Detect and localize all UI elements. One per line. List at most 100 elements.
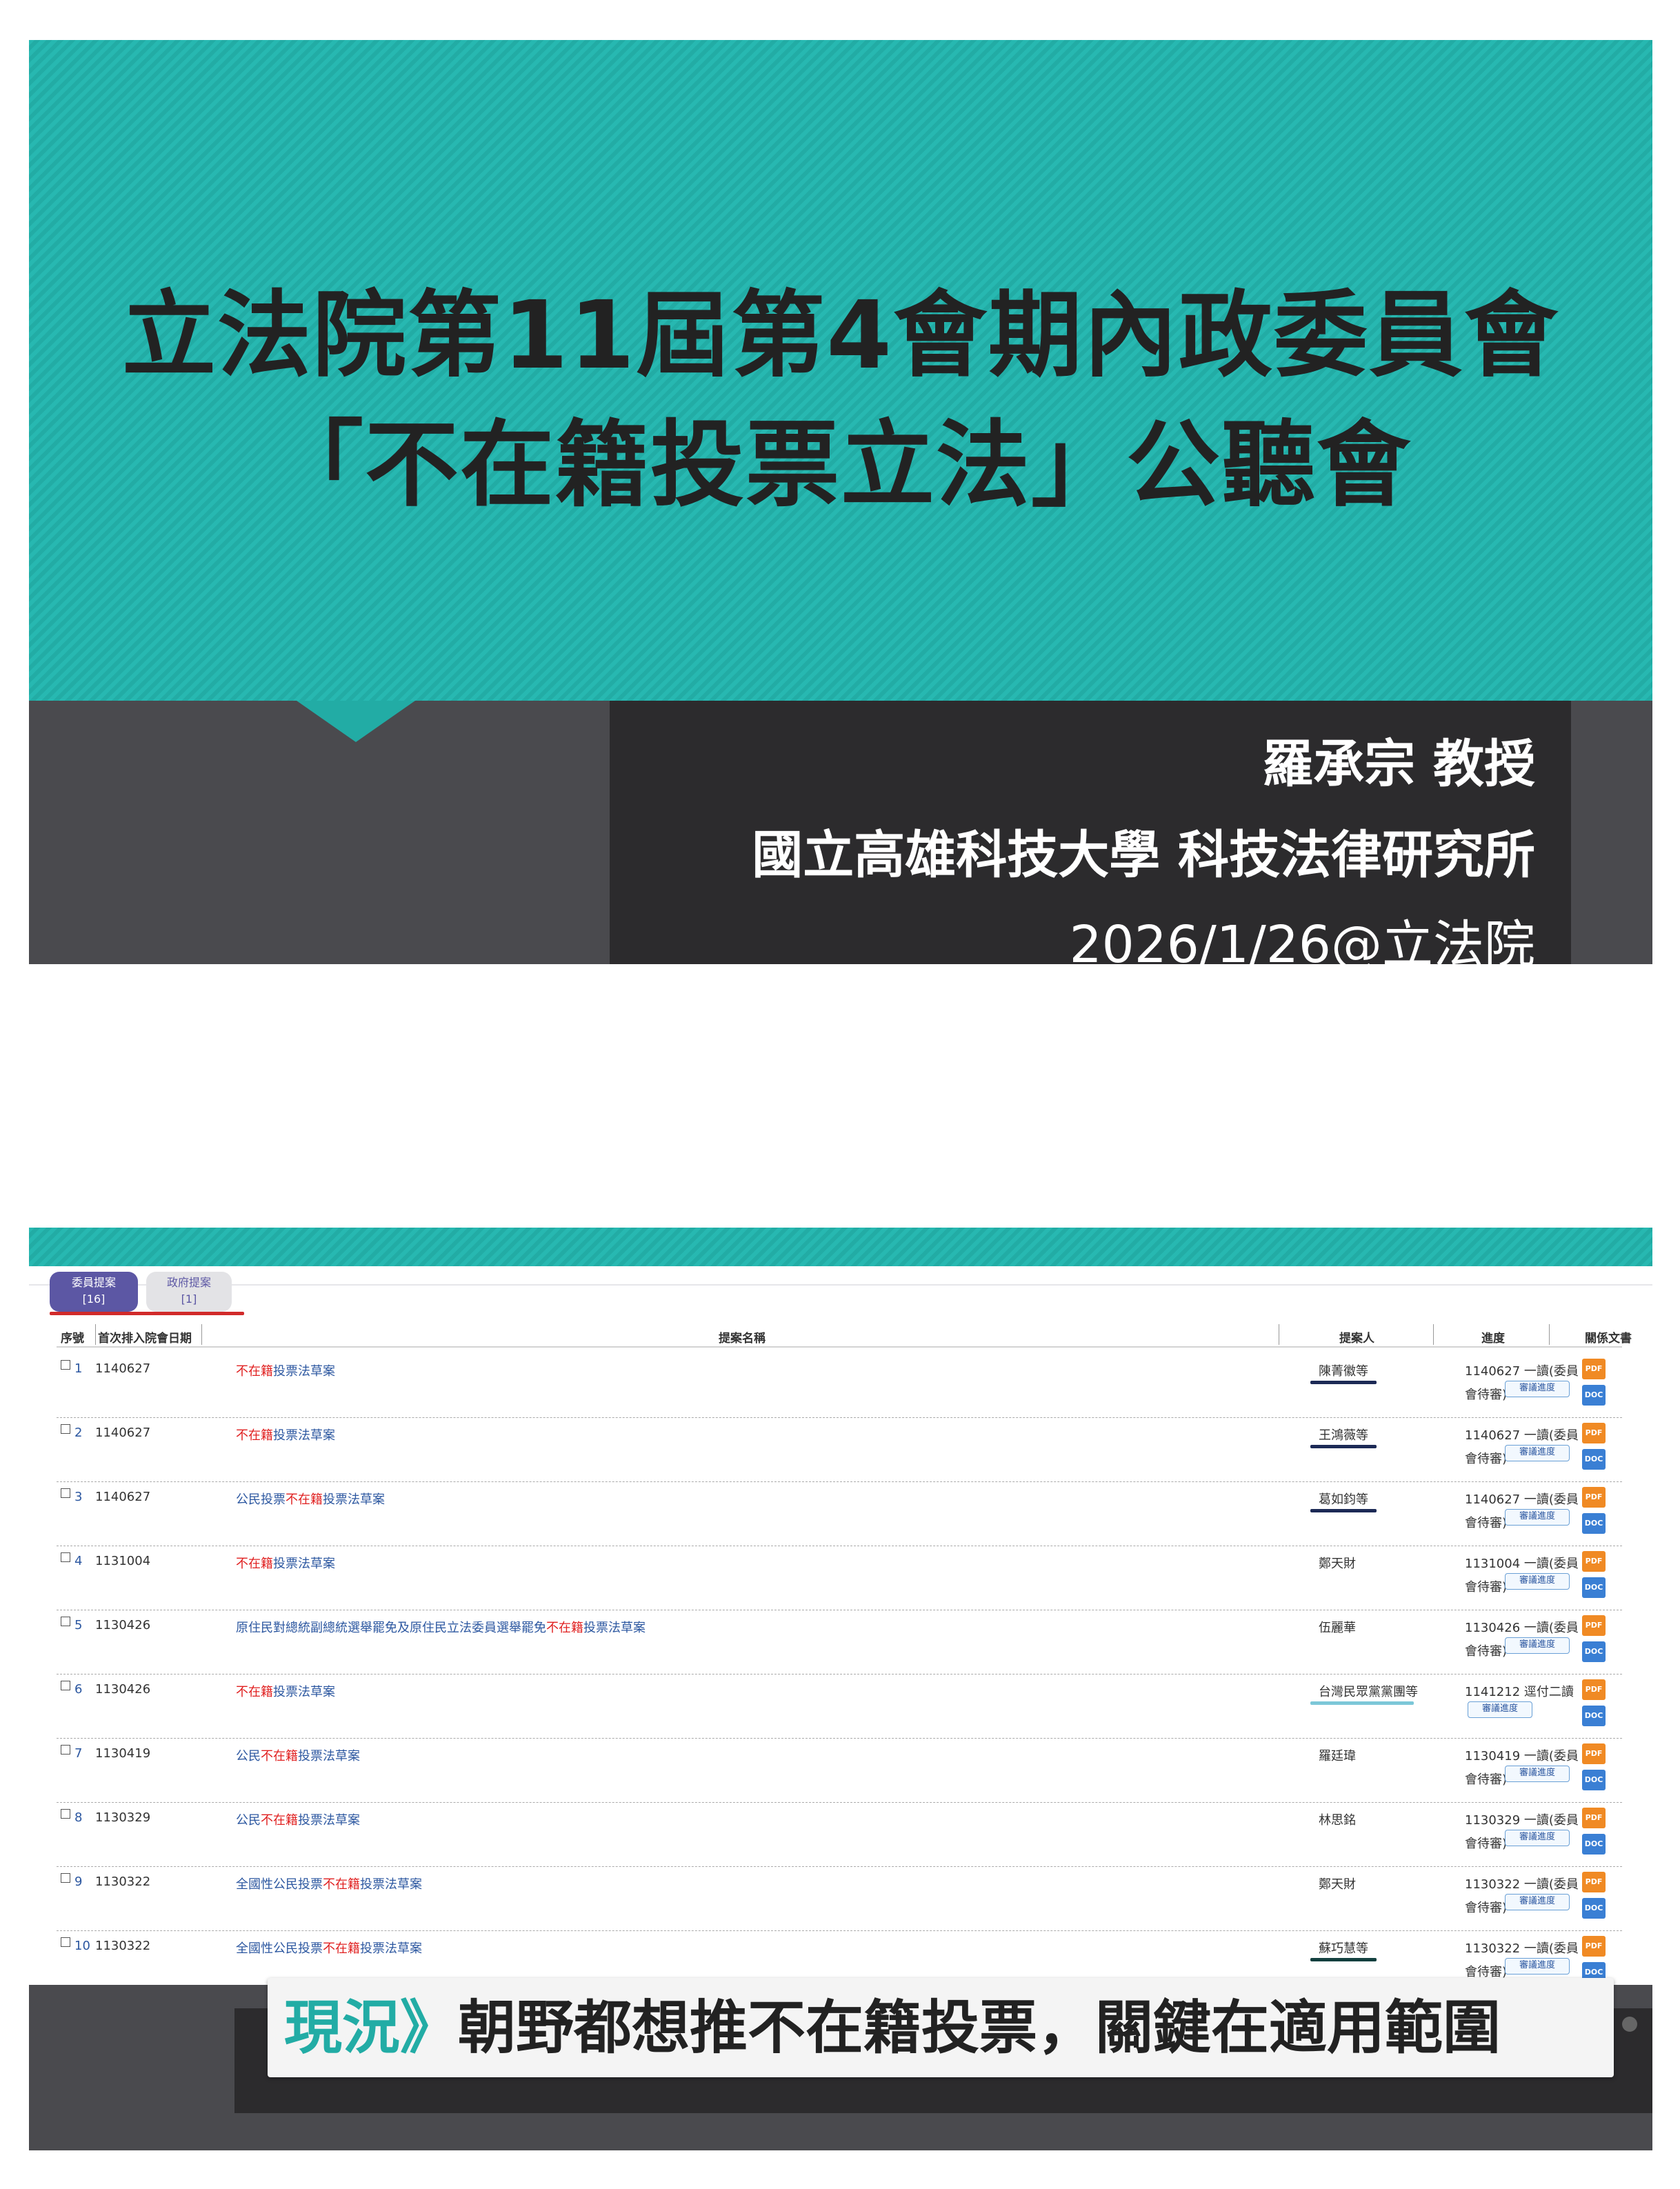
row-proposal-name-link[interactable]: 不在籍投票法草案 <box>236 1554 335 1572</box>
row-checkbox[interactable] <box>61 1360 70 1370</box>
pdf-icon[interactable]: PDF <box>1582 1423 1606 1443</box>
caption-text: 朝野都想推不在籍投票，關鍵在適用範圍 <box>458 1994 1501 2061</box>
row-first-date: 1130426 <box>95 1618 151 1632</box>
slide-caption: 現況》朝野都想推不在籍投票，關鍵在適用範圍 <box>268 1978 1614 2077</box>
proposer-highlight-underline <box>1310 1701 1414 1705</box>
row-first-date: 1130419 <box>95 1746 151 1761</box>
name-highlight: 不在籍 <box>236 1685 273 1699</box>
row-progress-cont: 會待審) <box>1465 1388 1508 1402</box>
row-proposal-name-link[interactable]: 公民投票不在籍投票法草案 <box>236 1490 385 1508</box>
table-row[interactable]: 2 1140627 不在籍投票法草案 王鴻薇等 1140627 一讀(委員 會待審) 審議進… <box>57 1417 1622 1482</box>
pdf-icon[interactable]: PDF <box>1582 1551 1606 1572</box>
column-header-name: 提案名稱 <box>719 1332 766 1346</box>
pdf-icon[interactable]: PDF <box>1582 1615 1606 1636</box>
doc-icon[interactable]: DOC <box>1582 1577 1606 1598</box>
review-progress-button[interactable]: 審議進度 <box>1468 1701 1532 1718</box>
review-progress-button[interactable]: 審議進度 <box>1505 1830 1570 1846</box>
row-proposal-name-link[interactable]: 不在籍投票法草案 <box>236 1426 335 1443</box>
doc-icon[interactable]: DOC <box>1582 1834 1606 1855</box>
pdf-icon[interactable]: PDF <box>1582 1743 1606 1764</box>
table-row[interactable]: 8 1130329 公民不在籍投票法草案 林思銘 1130329 一讀(委員 會待審) 審議… <box>57 1802 1622 1867</box>
review-progress-button[interactable]: 審議進度 <box>1505 1766 1570 1782</box>
row-first-date: 1140627 <box>95 1426 151 1440</box>
name-highlight: 不在籍 <box>236 1364 273 1379</box>
column-header-first-date: 首次排入院會日期 <box>98 1332 192 1346</box>
row-proposal-name-link[interactable]: 公民不在籍投票法草案 <box>236 1810 360 1828</box>
name-highlight: 不在籍 <box>546 1621 583 1635</box>
header-rule <box>29 1284 1652 1286</box>
table-row[interactable]: 3 1140627 公民投票不在籍投票法草案 葛如鈞等 1140627 一讀(委員 會待審… <box>57 1481 1622 1546</box>
row-progress: 1130322 一讀(委員 <box>1465 1877 1579 1892</box>
review-progress-button[interactable]: 審議進度 <box>1505 1894 1570 1910</box>
doc-icon[interactable]: DOC <box>1582 1898 1606 1919</box>
row-proposal-name-link[interactable]: 原住民對總統副總統選舉罷免及原住民立法委員選舉罷免不在籍投票法草案 <box>236 1618 646 1636</box>
pdf-icon[interactable]: PDF <box>1582 1679 1606 1700</box>
doc-icon[interactable]: DOC <box>1582 1706 1606 1726</box>
name-highlight: 不在籍 <box>286 1492 323 1507</box>
row-checkbox[interactable] <box>61 1617 70 1626</box>
row-checkbox[interactable] <box>61 1488 70 1498</box>
proposer-highlight-underline <box>1310 1958 1377 1961</box>
row-progress: 1131004 一讀(委員 <box>1465 1557 1579 1571</box>
table-row[interactable]: 7 1130419 公民不在籍投票法草案 羅廷瑋 1130419 一讀(委員 會待審) 審議… <box>57 1738 1622 1803</box>
pdf-icon[interactable]: PDF <box>1582 1359 1606 1379</box>
row-checkbox[interactable] <box>61 1745 70 1755</box>
row-checkbox[interactable] <box>61 1937 70 1947</box>
table-row[interactable]: 9 1130322 全國性公民投票不在籍投票法草案 鄭天財 1130322 一讀(委員會… <box>57 1866 1622 1931</box>
tab-member-proposals[interactable]: 委員提案 [16] <box>50 1272 138 1312</box>
row-progress: 1141212 逕付二讀 <box>1465 1685 1574 1699</box>
banner-notch <box>297 701 415 742</box>
row-checkbox[interactable] <box>61 1424 70 1434</box>
row-proposal-name-link[interactable]: 公民不在籍投票法草案 <box>236 1746 360 1764</box>
row-checkbox[interactable] <box>61 1552 70 1562</box>
name-prefix: 原住民對總統副總統選舉罷免及原住民立法委員選舉罷免 <box>236 1621 546 1635</box>
review-progress-button[interactable]: 審議進度 <box>1505 1381 1570 1397</box>
review-progress-button[interactable]: 審議進度 <box>1505 1445 1570 1461</box>
row-checkbox[interactable] <box>61 1809 70 1819</box>
tab-count: [16] <box>82 1292 106 1306</box>
column-header-docs: 關係文書 <box>1585 1332 1632 1346</box>
row-index: 9 <box>74 1875 83 1889</box>
table-row[interactable]: 6 1130426 不在籍投票法草案 台灣民眾黨黨團等 1141212 逕付二讀 審議進度… <box>57 1674 1622 1739</box>
doc-icon[interactable]: DOC <box>1582 1513 1606 1534</box>
row-proposal-name-link[interactable]: 全國性公民投票不在籍投票法草案 <box>236 1875 422 1892</box>
row-first-date: 1130329 <box>95 1810 151 1825</box>
row-proposal-name-link[interactable]: 不在籍投票法草案 <box>236 1361 335 1379</box>
doc-icon[interactable]: DOC <box>1582 1641 1606 1662</box>
name-prefix: 全國性公民投票 <box>236 1941 323 1956</box>
table-row[interactable]: 5 1130426 原住民對總統副總統選舉罷免及原住民立法委員選舉罷免不在籍投票法草… <box>57 1610 1622 1675</box>
pdf-icon[interactable]: PDF <box>1582 1487 1606 1508</box>
column-divider <box>201 1324 202 1345</box>
review-progress-button[interactable]: 審議進度 <box>1505 1573 1570 1590</box>
row-proposal-name-link[interactable]: 全國性公民投票不在籍投票法草案 <box>236 1939 422 1957</box>
row-checkbox[interactable] <box>61 1681 70 1690</box>
row-progress: 1140627 一讀(委員 <box>1465 1428 1579 1443</box>
row-progress-cont: 會待審) <box>1465 1837 1508 1851</box>
row-proposal-name-link[interactable]: 不在籍投票法草案 <box>236 1682 335 1700</box>
row-proposer: 鄭天財 <box>1319 1877 1356 1892</box>
row-proposer: 羅廷瑋 <box>1319 1749 1356 1763</box>
review-progress-button[interactable]: 審議進度 <box>1505 1958 1570 1975</box>
proposer-highlight-underline <box>1310 1445 1377 1448</box>
name-suffix: 投票法草案 <box>273 1685 335 1699</box>
tab-government-proposals[interactable]: 政府提案 [1] <box>146 1272 232 1312</box>
row-progress: 1130419 一讀(委員 <box>1465 1749 1579 1763</box>
row-checkbox[interactable] <box>61 1873 70 1883</box>
row-index: 8 <box>74 1810 83 1825</box>
table-row[interactable]: 4 1131004 不在籍投票法草案 鄭天財 1131004 一讀(委員 會待審) 審議進度… <box>57 1546 1622 1610</box>
row-progress: 1140627 一讀(委員 <box>1465 1364 1579 1379</box>
row-proposer: 鄭天財 <box>1319 1557 1356 1571</box>
table-header-rule <box>57 1346 1622 1348</box>
doc-icon[interactable]: DOC <box>1582 1385 1606 1406</box>
column-header-progress: 進度 <box>1481 1332 1505 1346</box>
doc-icon[interactable]: DOC <box>1582 1449 1606 1470</box>
table-row[interactable]: 1 1140627 不在籍投票法草案 陳菁徽等 1140627 一讀(委員 會待審) 審議進… <box>57 1353 1622 1418</box>
review-progress-button[interactable]: 審議進度 <box>1505 1509 1570 1526</box>
review-progress-button[interactable]: 審議進度 <box>1505 1637 1570 1654</box>
row-proposer: 蘇巧慧等 <box>1319 1941 1368 1956</box>
caption-lead: 現況》 <box>284 1994 459 2061</box>
pdf-icon[interactable]: PDF <box>1582 1936 1606 1957</box>
pdf-icon[interactable]: PDF <box>1582 1872 1606 1892</box>
pdf-icon[interactable]: PDF <box>1582 1808 1606 1828</box>
doc-icon[interactable]: DOC <box>1582 1770 1606 1790</box>
